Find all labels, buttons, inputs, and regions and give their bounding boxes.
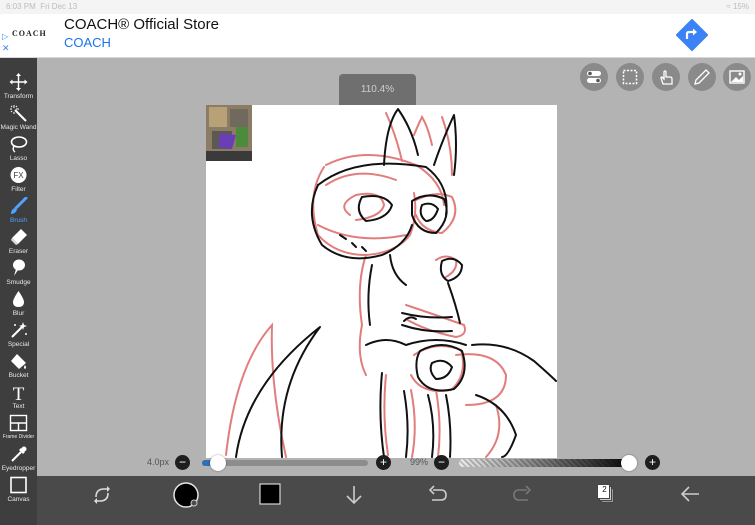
brush-size-thumb[interactable] [210,455,226,471]
color-swatch-icon [173,482,199,508]
brush-icon [11,197,28,214]
ad-banner[interactable]: ▷ ✕ COACH COACH® Official Store COACH [0,14,755,58]
tool-label: Smudge [6,279,31,286]
tool-eyedropper[interactable]: Eyedropper [0,443,37,474]
tool-text[interactable]: T Text [0,381,37,412]
toggle-button[interactable] [580,63,608,91]
tool-bucket[interactable]: Bucket [0,350,37,381]
redo-icon [513,485,532,501]
square-swatch-icon [259,483,281,505]
opacity-label: 99% [410,457,429,467]
left-toolbar: Transform Magic Wand Lasso FX Filter Bru… [0,58,37,525]
ad-title[interactable]: COACH® Official Store [64,16,219,33]
image-button[interactable] [723,63,751,91]
status-time-date: 6:03 PM Fri Dec 13 [6,2,78,11]
smudge-icon [13,259,25,276]
blur-drop-icon [13,291,24,307]
secondary-color-button[interactable] [255,482,285,506]
tool-label: Eyedropper [1,465,36,472]
tool-label: Eraser [8,248,29,255]
tool-label: Lasso [9,155,28,162]
hand-button[interactable] [652,63,680,91]
brush-size-track[interactable] [202,460,368,466]
text-icon: T [13,384,25,401]
tool-eraser[interactable]: Eraser [0,226,37,257]
drawing-artwork [206,105,557,458]
tool-label: Blur [12,310,25,317]
tool-smudge[interactable]: Smudge [0,257,37,288]
tool-label: Bucket [8,372,29,379]
tool-label: Filter [11,186,26,193]
bucket-icon [11,354,26,369]
toggle-icon [587,71,601,83]
fx-icon: FX [10,167,27,183]
undo-icon [428,485,447,501]
tool-label: Transform [3,93,34,100]
eraser-icon [11,229,27,245]
tool-canvas[interactable]: Canvas [0,474,37,505]
pen-icon [694,69,710,85]
drawing-canvas[interactable] [206,105,557,458]
ad-close-icon[interactable]: ✕ [2,43,10,54]
tool-label: Brush [10,217,27,224]
tool-magic-wand[interactable]: Magic Wand [0,102,37,133]
brush-size-decrease-button[interactable]: − [175,455,190,470]
tool-label: Special [7,341,30,348]
svg-text:FX: FX [13,171,24,180]
arrow-left-icon [680,486,699,502]
tool-label: Magic Wand [0,124,37,131]
lineart-layer [235,108,557,458]
eyedropper-icon [11,446,27,462]
opacity-decrease-button[interactable]: − [434,455,449,470]
brush-size-increase-button[interactable]: + [376,455,391,470]
opacity-increase-button[interactable]: + [645,455,660,470]
rotate-button[interactable] [87,484,117,508]
image-icon [729,70,745,84]
tool-label: Frame Divider [2,434,35,440]
tool-special[interactable]: Special [0,319,37,350]
tool-lasso[interactable]: Lasso [0,133,37,164]
move-arrows-icon [9,73,28,91]
tool-label: Text [12,403,25,410]
pen-button[interactable] [688,63,716,91]
bottom-toolbar [37,476,755,525]
redo-button[interactable] [507,484,537,508]
special-wand-icon [11,322,27,338]
canvas-icon [10,476,27,494]
ad-logo: COACH [12,29,47,38]
tool-blur[interactable]: Blur [0,288,37,319]
magic-wand-icon [10,105,27,122]
tool-transform[interactable]: Transform [0,71,37,102]
ad-directions-icon[interactable] [676,19,708,51]
undo-button[interactable] [423,484,453,508]
tool-label: Canvas [7,496,30,503]
status-battery: ≈ 15% [726,2,749,11]
selection-icon [622,69,638,85]
arrow-down-icon [346,486,362,505]
hand-icon [660,70,673,85]
back-button[interactable] [675,484,705,508]
layer-count: 2 [602,485,607,494]
tool-brush[interactable]: Brush [0,195,37,226]
selection-button[interactable] [616,63,644,91]
svg-text:T: T [13,384,25,401]
layers-button[interactable]: 2 [591,484,621,508]
opacity-gradient [459,459,634,467]
status-bar: 6:03 PM Fri Dec 13 ≈ 15% [0,0,755,14]
tool-filter[interactable]: FX Filter [0,164,37,195]
layers-icon: 2 [597,484,615,504]
color-picker-button[interactable] [171,481,201,508]
zoom-indicator: 110.4% [339,74,416,105]
ad-subtitle[interactable]: COACH [64,35,111,50]
rotate-icon [94,486,110,504]
ad-choices-icon[interactable]: ▷ [2,32,8,41]
tool-frame-divider[interactable]: Frame Divider [0,412,37,443]
download-button[interactable] [339,484,369,508]
lasso-icon [10,136,28,153]
brush-size-label: 4.0px [147,457,170,467]
opacity-thumb[interactable] [621,455,637,471]
reference-photo [206,105,252,161]
frame-divider-icon [9,414,28,432]
